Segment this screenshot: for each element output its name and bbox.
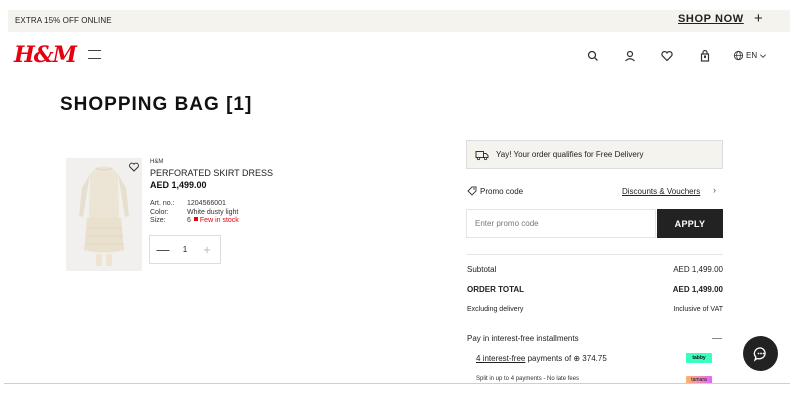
- account-icon[interactable]: [622, 48, 638, 64]
- expand-plus-icon[interactable]: +: [754, 11, 763, 27]
- attr-label: Art. no.:: [150, 200, 175, 207]
- excluding-delivery-label: Excluding delivery: [467, 306, 524, 313]
- vat-label: Inclusive of VAT: [673, 306, 723, 313]
- page-title: SHOPPING BAG [1]: [60, 94, 253, 115]
- installments-title: Pay in interest-free installments: [467, 334, 579, 343]
- delivery-truck-icon: [475, 150, 489, 160]
- stock-indicator-dot: [193, 217, 198, 221]
- order-total-value: AED 1,499.00: [672, 285, 723, 294]
- favorites-heart-icon[interactable]: [659, 48, 675, 64]
- product-image[interactable]: [66, 158, 142, 271]
- promo-text: EXTRA 15% OFF ONLINE: [15, 16, 112, 25]
- subtotal-value: AED 1,499.00: [673, 265, 723, 274]
- language-label: EN: [746, 51, 758, 60]
- product-brand: H&M: [150, 159, 164, 165]
- apply-promo-button[interactable]: APPLY: [657, 209, 723, 238]
- menu-icon[interactable]: [88, 50, 101, 59]
- language-selector[interactable]: EN: [733, 50, 767, 61]
- interest-free-link[interactable]: 4 interest-free: [476, 354, 525, 363]
- subtotal-label: Subtotal: [467, 265, 497, 274]
- product-name[interactable]: PERFORATED SKIRT DRESS: [150, 168, 273, 178]
- increase-quantity-button[interactable]: +: [200, 242, 214, 257]
- product-price: AED 1,499.00: [150, 180, 207, 190]
- promo-code-input[interactable]: [466, 209, 656, 238]
- quantity-value: 1: [182, 245, 188, 254]
- size-value: 6: [187, 217, 191, 224]
- hm-logo[interactable]: H&M: [14, 42, 77, 68]
- promo-label-text: Promo code: [480, 186, 524, 196]
- attr-row-size: Size: 6 Few in stock: [150, 217, 239, 226]
- attr-label: Color:: [150, 208, 169, 216]
- color-value: White dusty light: [187, 208, 239, 216]
- tabby-logo: tabby: [686, 353, 712, 363]
- attr-row-article: Art. no.: 1204566001: [150, 200, 239, 209]
- wishlist-heart-icon[interactable]: [128, 160, 140, 172]
- product-attributes: Art. no.: 1204566001 Color: White dusty …: [150, 200, 239, 226]
- installment-amount: payments of ⊕ 374.75: [525, 354, 607, 363]
- promo-code-label: Promo code: [467, 186, 523, 196]
- chat-bubble-icon: [753, 346, 766, 362]
- attr-row-color: Color: White dusty light: [150, 209, 239, 218]
- tamara-installment-text: Split in up to 4 payments - No late fees: [476, 376, 580, 382]
- chevron-down-icon: [760, 53, 767, 58]
- free-delivery-banner: Yay! Your order qualifies for Free Deliv…: [466, 140, 723, 169]
- collapse-minus-icon[interactable]: [712, 338, 722, 339]
- attr-label: Size:: [150, 217, 166, 224]
- order-total-label: ORDER TOTAL: [467, 285, 525, 294]
- delivery-message: Yay! Your order qualifies for Free Deliv…: [496, 150, 644, 159]
- decrease-quantity-button[interactable]: —: [156, 242, 170, 257]
- article-number: 1204566001: [187, 200, 226, 207]
- viewport-bottom-divider: [4, 383, 790, 384]
- quantity-stepper: — 1 +: [149, 235, 221, 264]
- search-icon[interactable]: [585, 48, 601, 64]
- divider: [466, 254, 723, 255]
- stock-status: Few in stock: [199, 217, 239, 224]
- discounts-vouchers-link[interactable]: Discounts & Vouchers: [622, 187, 700, 196]
- tabby-installment-text: 4 interest-free payments of ⊕ 374.75: [476, 354, 607, 363]
- shopping-bag-icon[interactable]: [697, 48, 713, 64]
- promo-bar: EXTRA 15% OFF ONLINE SHOP NOW +: [8, 10, 790, 32]
- chat-button[interactable]: [743, 336, 778, 371]
- globe-icon: [733, 50, 744, 61]
- tag-icon: [467, 186, 477, 196]
- chevron-right-icon: ›: [713, 185, 716, 195]
- shop-now-link[interactable]: SHOP NOW: [678, 13, 744, 25]
